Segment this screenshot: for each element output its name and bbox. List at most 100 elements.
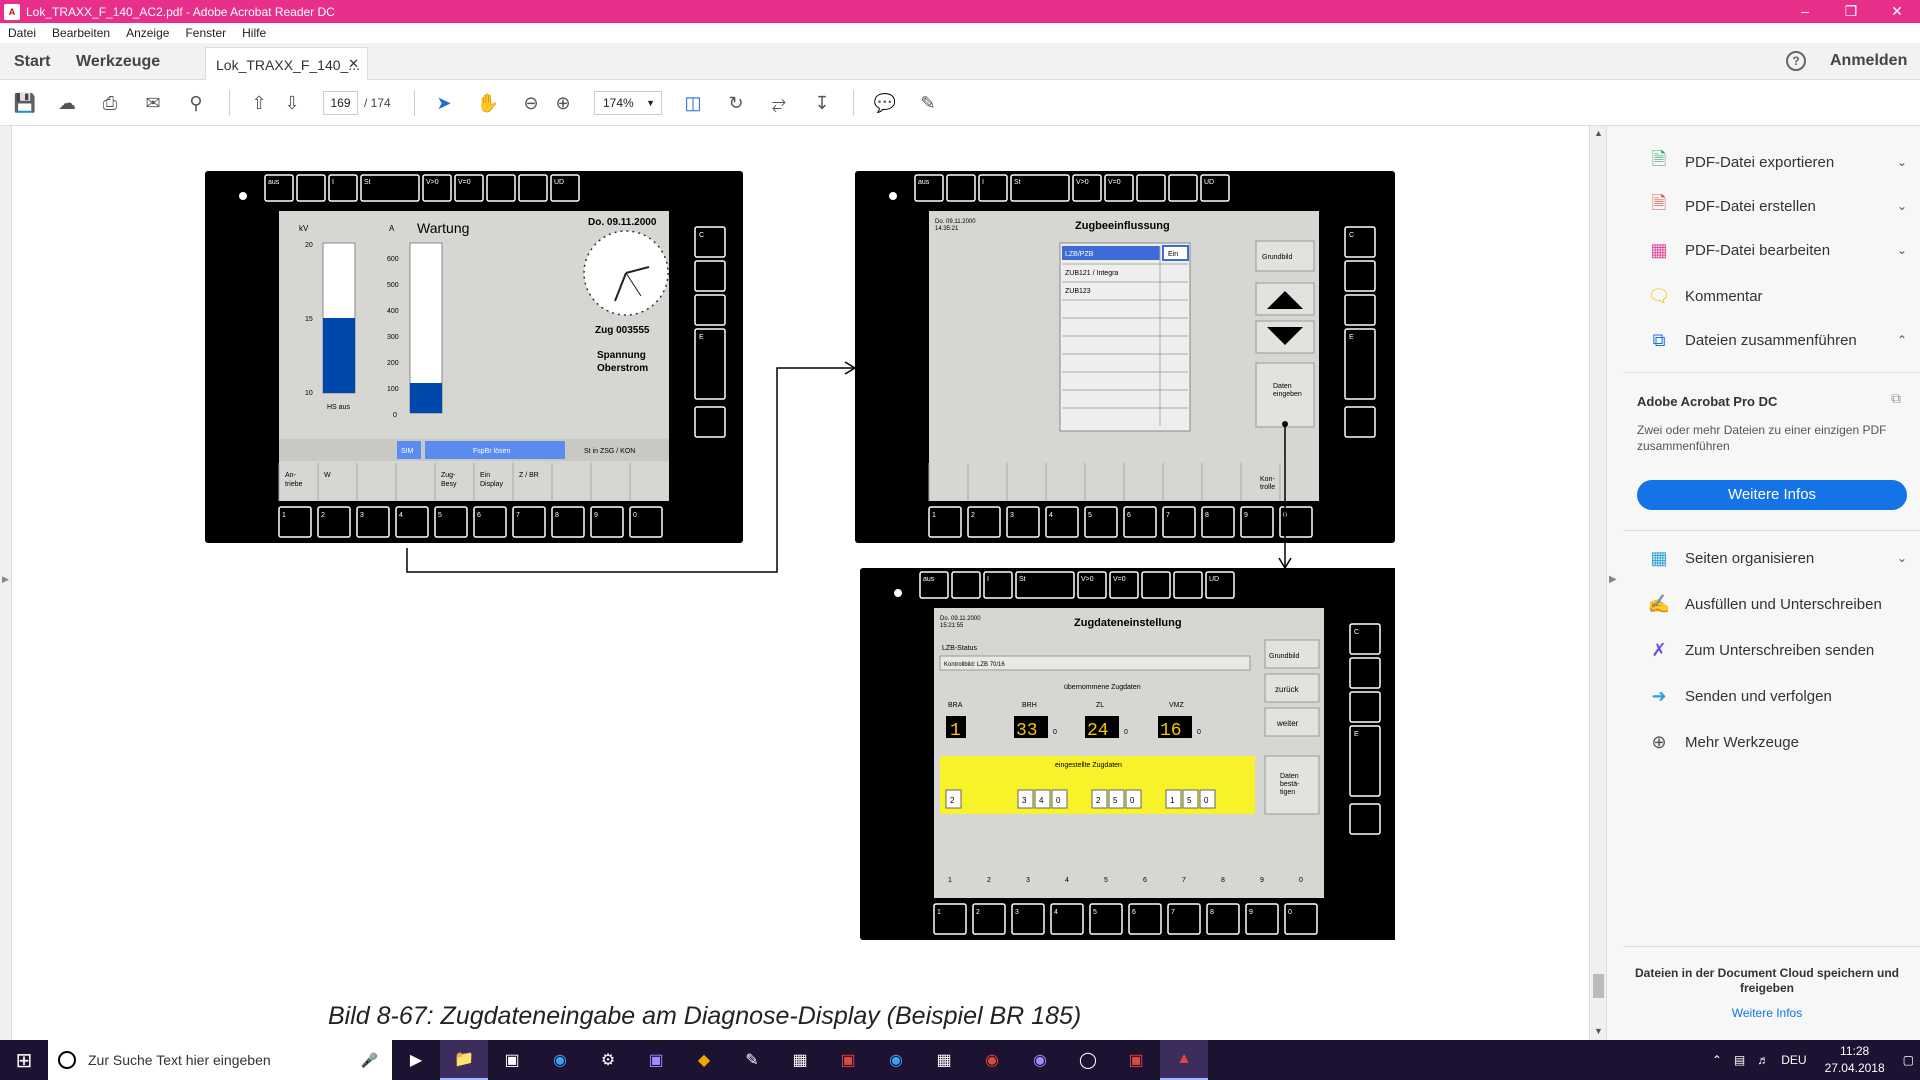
- search-icon[interactable]: ⚲: [183, 90, 209, 116]
- email-icon[interactable]: ✉: [140, 90, 166, 116]
- menu-hilfe[interactable]: Hilfe: [234, 26, 274, 40]
- tray-chevron-icon[interactable]: ⌃: [1706, 1053, 1728, 1067]
- calculator-icon[interactable]: ▦: [776, 1040, 824, 1080]
- side-key[interactable]: [1344, 260, 1376, 292]
- side-key[interactable]: [1349, 691, 1381, 723]
- scroll-thumb[interactable]: [1593, 974, 1604, 998]
- print-icon[interactable]: ⎙: [97, 90, 123, 116]
- app-icon-15[interactable]: ◯: [1064, 1040, 1112, 1080]
- top-key[interactable]: [951, 571, 981, 599]
- collapse-panel-icon[interactable]: ▶: [1609, 574, 1617, 585]
- menu-fenster[interactable]: Fenster: [177, 26, 234, 40]
- help-icon[interactable]: ?: [1786, 51, 1806, 71]
- close-button[interactable]: ✕: [1874, 0, 1920, 23]
- tool-combine-files[interactable]: ⧉ Dateien zusammenführen ⌃: [1647, 328, 1907, 352]
- top-key[interactable]: [518, 174, 548, 202]
- file-explorer-icon[interactable]: 📁: [440, 1040, 488, 1080]
- top-key[interactable]: [486, 174, 516, 202]
- app-icon-8[interactable]: ✎: [728, 1040, 776, 1080]
- windows-start-icon[interactable]: ⊞: [0, 1040, 48, 1080]
- select-cursor-icon[interactable]: ➤: [431, 90, 457, 116]
- number-key-label: 2: [976, 909, 980, 916]
- app-icon-11[interactable]: ◉: [872, 1040, 920, 1080]
- clock[interactable]: 11:28 27.04.2018: [1813, 1043, 1897, 1077]
- side-key[interactable]: [1349, 803, 1381, 835]
- chevron-down-icon: ⌄: [1896, 155, 1907, 169]
- comment-icon[interactable]: 💬: [872, 90, 898, 116]
- app-icon-6[interactable]: ▣: [632, 1040, 680, 1080]
- language-indicator[interactable]: DEU: [1775, 1053, 1812, 1067]
- network-icon[interactable]: ▤: [1728, 1053, 1751, 1067]
- menu-bearbeiten[interactable]: Bearbeiten: [44, 26, 118, 40]
- scroll-mode-icon[interactable]: ↧: [809, 90, 835, 116]
- vertical-scrollbar[interactable]: ▲ ▼: [1589, 126, 1606, 1040]
- page-up-icon[interactable]: ⇧: [246, 90, 272, 116]
- page-number-input[interactable]: 169: [323, 91, 358, 115]
- hand-tool-icon[interactable]: ✋: [475, 90, 501, 116]
- minimize-button[interactable]: –: [1782, 0, 1828, 23]
- side-key[interactable]: [1344, 294, 1376, 326]
- save-icon[interactable]: 💾: [12, 90, 38, 116]
- scroll-up-icon[interactable]: ▲: [1594, 128, 1603, 138]
- tool-more-tools[interactable]: ⊕ Mehr Werkzeuge: [1647, 730, 1907, 754]
- acrobat-taskbar-icon[interactable]: ▲: [1160, 1040, 1208, 1080]
- app-icon-3[interactable]: ▣: [488, 1040, 536, 1080]
- side-key[interactable]: [694, 294, 726, 326]
- tool-edit-pdf[interactable]: ▦ PDF-Datei bearbeiten ⌄: [1647, 238, 1907, 262]
- cloud-upload-icon[interactable]: ☁: [54, 90, 80, 116]
- scroll-down-icon[interactable]: ▼: [1594, 1026, 1603, 1036]
- top-key[interactable]: [1173, 571, 1203, 599]
- tool-organize-pages[interactable]: ▦ Seiten organisieren ⌄: [1647, 546, 1907, 570]
- rotate-icon[interactable]: ↻: [723, 90, 749, 116]
- zoom-select[interactable]: 174% ▼: [594, 91, 662, 115]
- top-key[interactable]: [946, 174, 976, 202]
- tab-werkzeuge[interactable]: Werkzeuge: [76, 53, 160, 71]
- tab-start[interactable]: Start: [14, 53, 50, 71]
- tool-comment[interactable]: 🗨 Kommentar: [1647, 284, 1907, 308]
- zoom-out-icon[interactable]: ⊖: [518, 90, 544, 116]
- app-icon-7[interactable]: ◆: [680, 1040, 728, 1080]
- top-key[interactable]: [1168, 174, 1198, 202]
- side-key[interactable]: [1349, 657, 1381, 689]
- tool-create-pdf[interactable]: 🗎 PDF-Datei erstellen ⌄: [1647, 193, 1907, 218]
- steam-icon[interactable]: ⚙: [584, 1040, 632, 1080]
- menu-datei[interactable]: Datei: [0, 26, 44, 40]
- zoom-in-icon[interactable]: ⊕: [550, 90, 576, 116]
- tool-send-signature[interactable]: ✗ Zum Unterschreiben senden: [1647, 638, 1907, 662]
- volume-icon[interactable]: ♬: [1751, 1053, 1775, 1067]
- highlight-pen-icon[interactable]: ✎: [915, 90, 941, 116]
- signin-button[interactable]: Anmelden: [1830, 52, 1907, 70]
- side-key[interactable]: [694, 260, 726, 292]
- app-icon-4[interactable]: ◉: [536, 1040, 584, 1080]
- close-tab-icon[interactable]: ✕: [348, 56, 359, 72]
- microphone-icon[interactable]: 🎤: [361, 1052, 378, 1069]
- maximize-button[interactable]: ❐: [1828, 0, 1874, 23]
- yandex-icon[interactable]: ◉: [968, 1040, 1016, 1080]
- taskbar-search[interactable]: Zur Suche Text hier eingeben 🎤: [48, 1040, 392, 1080]
- fit-page-icon[interactable]: ◫: [680, 90, 706, 116]
- media-player-icon[interactable]: ▶: [392, 1040, 440, 1080]
- softkey-label: Ein: [480, 472, 490, 479]
- menu-anzeige[interactable]: Anzeige: [118, 26, 177, 40]
- notifications-icon[interactable]: ▢: [1897, 1053, 1920, 1067]
- discord-icon[interactable]: ◉: [1016, 1040, 1064, 1080]
- tab-document[interactable]: Lok_TRAXX_F_140_... ✕: [205, 47, 368, 80]
- kontrollbild: Kontrollbild: LZB 70/16: [944, 662, 1005, 668]
- tool-send-track[interactable]: ➜ Senden und verfolgen: [1647, 684, 1907, 708]
- app-icon-12[interactable]: ▦: [920, 1040, 968, 1080]
- top-key[interactable]: [1141, 571, 1171, 599]
- more-info-button[interactable]: Weitere Infos: [1637, 480, 1907, 510]
- fullscreen-icon[interactable]: ⥂: [766, 90, 792, 116]
- side-key[interactable]: [1344, 406, 1376, 438]
- left-panel-toggle[interactable]: ▶: [0, 126, 12, 1040]
- filezilla-icon[interactable]: ▣: [824, 1040, 872, 1080]
- app-icon-16[interactable]: ▣: [1112, 1040, 1160, 1080]
- soft-number-label: 5: [1104, 877, 1108, 884]
- page-down-icon[interactable]: ⇩: [279, 90, 305, 116]
- side-key[interactable]: [694, 406, 726, 438]
- top-key[interactable]: [1136, 174, 1166, 202]
- top-key[interactable]: [296, 174, 326, 202]
- cloud-more-info-link[interactable]: Weitere Infos: [1627, 1006, 1907, 1020]
- tool-fill-sign[interactable]: ✍ Ausfüllen und Unterschreiben: [1647, 592, 1907, 616]
- tool-export-pdf[interactable]: 🗎 PDF-Datei exportieren ⌄: [1647, 149, 1907, 174]
